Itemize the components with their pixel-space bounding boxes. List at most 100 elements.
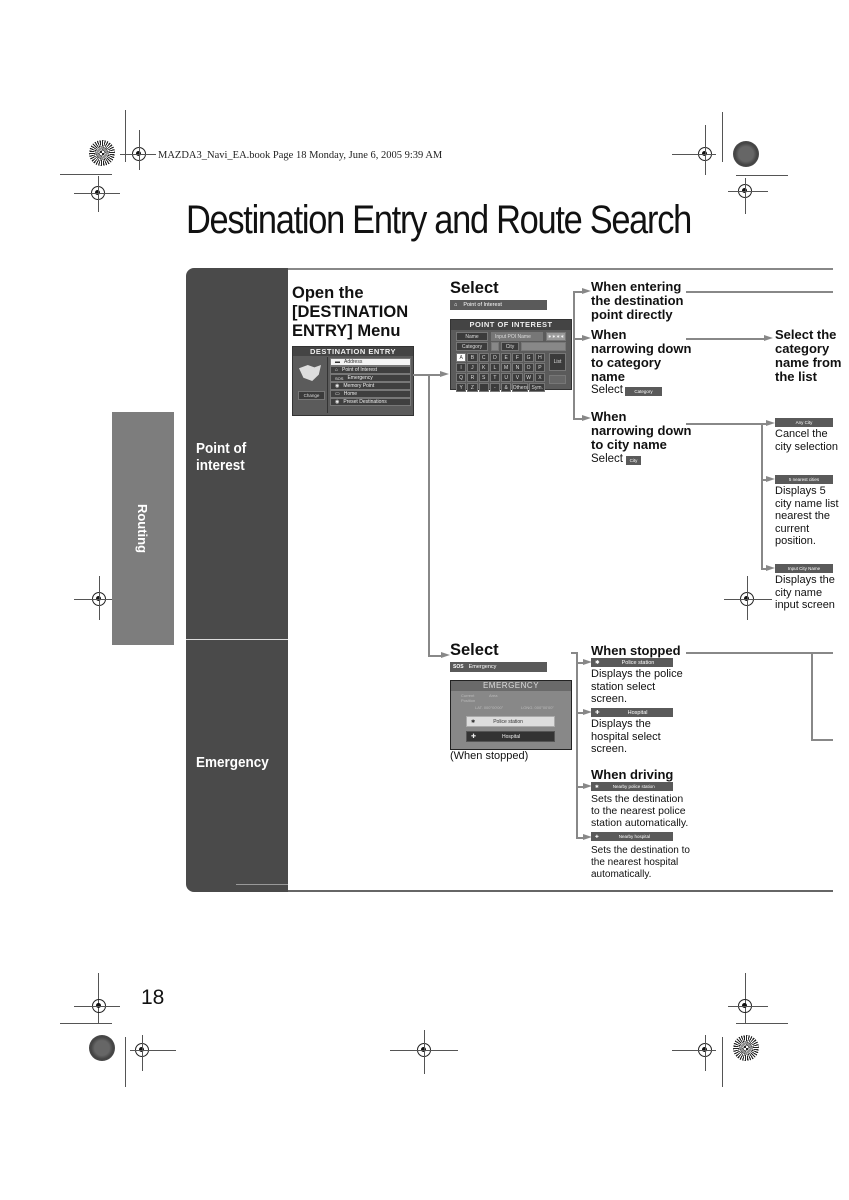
table-top-rule: [288, 268, 833, 270]
ok-button[interactable]: [549, 375, 566, 384]
home-icon: ▭: [335, 391, 340, 397]
branch-city-select-text: Select: [591, 453, 623, 465]
sos-icon: SOS: [335, 375, 344, 381]
keyboard-key[interactable]: P: [534, 363, 545, 372]
keyboard-key[interactable]: Q: [456, 373, 467, 382]
crop-line: [99, 576, 100, 620]
keyboard-key[interactable]: Z: [467, 383, 478, 392]
city-button[interactable]: City: [626, 456, 641, 465]
city-option-5-nearest: 5 nearest cities Displays 5 city name li…: [775, 475, 839, 547]
city-button[interactable]: City: [501, 342, 519, 351]
hospital-button[interactable]: ✚ Hospital: [591, 708, 673, 717]
keyboard-key[interactable]: T: [489, 373, 500, 382]
keyboard-key[interactable]: X: [534, 373, 545, 382]
connector-line: [761, 423, 763, 569]
keyboard-key[interactable]: J: [467, 363, 478, 372]
keyboard-key[interactable]: R: [467, 373, 478, 382]
category-button[interactable]: Category: [456, 342, 488, 351]
menu-item-address[interactable]: ▬ Address: [330, 358, 411, 366]
keyboard-key[interactable]: A: [456, 353, 467, 362]
change-button[interactable]: Change: [298, 391, 325, 400]
keyboard-key[interactable]: &: [501, 383, 512, 392]
hospital-icon: ✚: [471, 734, 477, 740]
point-of-interest-button[interactable]: ⌂ Point of Interest: [450, 300, 547, 310]
connector-line: [686, 291, 833, 293]
5-nearest-cities-button[interactable]: 5 nearest cities: [775, 475, 833, 484]
nearby-police-station-button[interactable]: ✱ Nearby police station: [591, 782, 673, 791]
print-header-meta: MAZDA3_Navi_EA.book Page 18 Monday, June…: [158, 150, 443, 161]
category-button[interactable]: Category: [625, 387, 662, 396]
memory-point-icon: ◉: [335, 383, 340, 389]
arrow-icon: [582, 288, 591, 294]
keyboard-key[interactable]: O: [523, 363, 534, 372]
keyboard-key[interactable]: G: [523, 353, 534, 362]
emergency-screen-title: EMERGENCY: [451, 681, 571, 691]
crop-line: [424, 1030, 425, 1074]
menu-item-memory-point[interactable]: ◉ Memory Point: [330, 382, 411, 390]
category-value: [491, 342, 499, 351]
crop-line: [74, 193, 120, 194]
keyboard-key[interactable]: I: [456, 363, 467, 372]
arrow-icon: [440, 371, 449, 377]
nearby-hospital-description: Sets the destination to the nearest hosp…: [591, 845, 690, 880]
connector-line: [573, 291, 575, 419]
crop-line: [130, 1050, 176, 1051]
arrow-icon: [766, 420, 775, 426]
keyboard-key[interactable]: S: [478, 373, 489, 382]
crop-line: [728, 1006, 768, 1007]
keyboard-key[interactable]: N: [512, 363, 523, 372]
any-city-button[interactable]: Any City: [775, 418, 833, 427]
sos-icon: SOS: [453, 664, 464, 670]
rating-stars: ∗∗∗∗: [546, 332, 566, 341]
connector-line: [686, 423, 762, 425]
branch-city: When narrowing down to city name: [591, 409, 692, 452]
keyboard-key[interactable]: [478, 383, 489, 392]
input-city-name-button[interactable]: Input City Name: [775, 564, 833, 573]
row-label-emergency: Emergency: [196, 754, 269, 771]
keyboard-key[interactable]: K: [478, 363, 489, 372]
city-option-input-city-name: Input City Name Displays the city name i…: [775, 564, 835, 611]
keyboard-key[interactable]: L: [489, 363, 500, 372]
poi-screen-title: POINT OF INTEREST: [451, 320, 571, 330]
poi-name-input[interactable]: Input POI Name: [491, 332, 543, 341]
keyboard-key[interactable]: E: [501, 353, 512, 362]
menu-item-emergency[interactable]: SOS Emergency: [330, 374, 411, 382]
menu-item-point-of-interest[interactable]: ⌂ Point of Interest: [330, 366, 411, 374]
crop-line: [98, 176, 99, 212]
hospital-button[interactable]: ✚ Hospital: [466, 731, 555, 742]
keyboard-key[interactable]: U: [501, 373, 512, 382]
registration-dial: [733, 1035, 759, 1061]
crop-line: [728, 191, 768, 192]
connector-line: [413, 374, 441, 376]
keyboard-key[interactable]: -: [489, 383, 500, 392]
keyboard-key[interactable]: F: [512, 353, 523, 362]
keyboard-key[interactable]: Y: [456, 383, 467, 392]
keyboard-key[interactable]: C: [478, 353, 489, 362]
keyboard-key[interactable]: Others: [512, 383, 529, 392]
keyboard-key[interactable]: H: [534, 353, 545, 362]
name-button[interactable]: Name: [456, 332, 488, 341]
branch-category: When narrowing down to category name: [591, 327, 692, 384]
keyboard: A B C D E F G H I J K L M N O P Q R S T U V W X Y Z - & Others Sym.: [456, 353, 546, 393]
emergency-button[interactable]: SOS Emergency: [450, 662, 547, 672]
keyboard-key[interactable]: M: [501, 363, 512, 372]
keyboard-key[interactable]: W: [523, 373, 534, 382]
keyboard-key[interactable]: B: [467, 353, 478, 362]
crop-line: [125, 1037, 126, 1087]
keyboard-row: ABCDEFGH: [456, 353, 546, 362]
crop-line: [724, 599, 772, 600]
section-side-tab-label: Routing: [135, 503, 151, 554]
emergency-screen: EMERGENCY Current Position Area LAT. 000…: [450, 680, 572, 750]
crop-line: [736, 175, 788, 176]
menu-item-preset-destinations[interactable]: ◉ Preset Destinations: [330, 398, 411, 406]
list-button[interactable]: List: [549, 353, 566, 371]
police-station-button[interactable]: ✱ Police station: [591, 658, 673, 667]
destination-entry-menu: ▬ Address ⌂ Point of Interest SOS Emergency…: [330, 358, 411, 406]
nearby-hospital-button[interactable]: ✚ Nearby hospital: [591, 832, 673, 841]
keyboard-key[interactable]: D: [489, 353, 500, 362]
crop-line: [705, 125, 706, 175]
menu-item-home[interactable]: ▭ Home: [330, 390, 411, 398]
keyboard-key[interactable]: V: [512, 373, 523, 382]
police-station-button[interactable]: ✱ Police station: [466, 716, 555, 727]
keyboard-key[interactable]: Sym.: [529, 383, 546, 392]
